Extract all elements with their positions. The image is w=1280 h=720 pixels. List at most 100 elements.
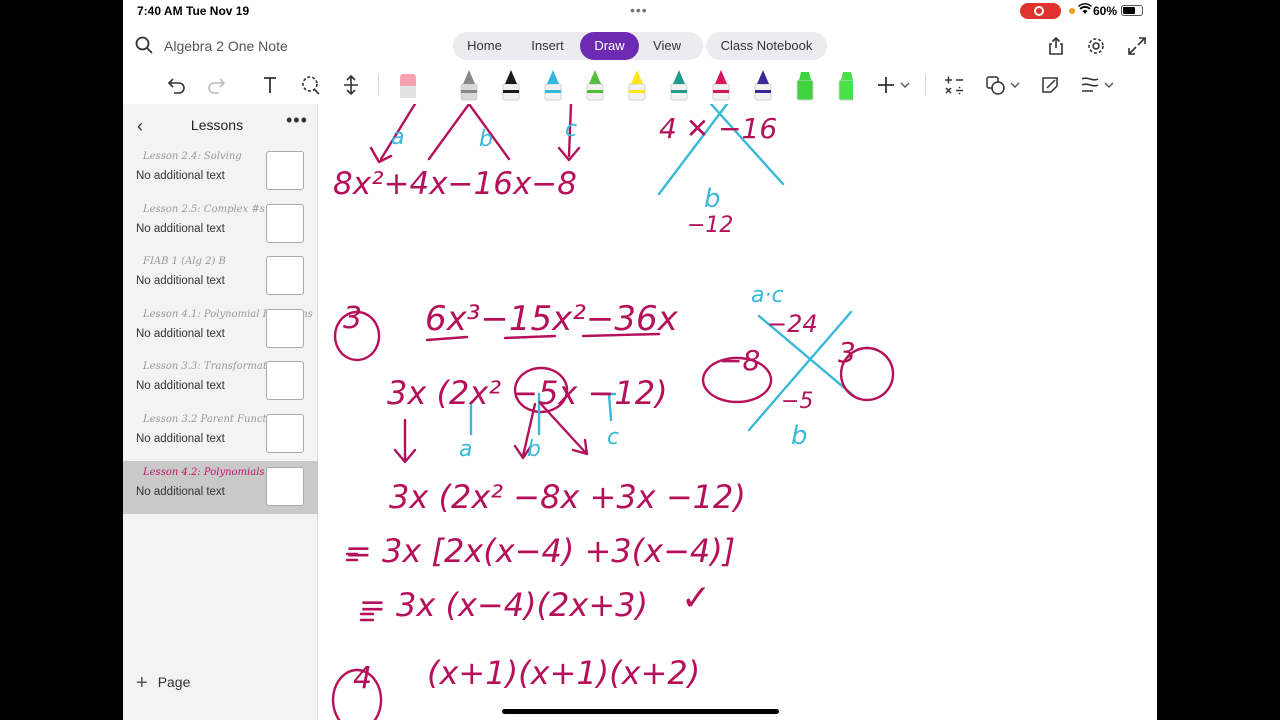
page-item[interactable]: Lesson 4.1: Polynomial Functions No addit… — [123, 303, 318, 356]
page-preview-text: No additional text — [136, 485, 225, 498]
pencil-icon[interactable] — [460, 70, 478, 101]
yellow-pen-icon[interactable] — [628, 70, 646, 101]
page-item[interactable]: Lesson 2.5: Complex #s No additional text — [123, 198, 318, 251]
share-icon[interactable] — [1046, 36, 1066, 56]
mic-indicator-icon — [1069, 8, 1075, 14]
factor-step-2: 3x (2x² −8x +3x −12) — [389, 478, 746, 516]
multitasking-dots-icon[interactable]: ••• — [630, 2, 648, 18]
page-title: FIAB 1 (Alg 2) B — [143, 256, 226, 268]
label-b: b — [527, 437, 541, 462]
tab-insert[interactable]: Insert — [516, 32, 579, 60]
branch-b-top — [427, 104, 511, 161]
more-options-icon[interactable]: ••• — [286, 110, 308, 131]
green-pen-icon[interactable] — [586, 70, 604, 101]
settings-gear-icon[interactable] — [1086, 36, 1106, 56]
equation-1: 8x²+4x−16x−8 — [333, 166, 577, 202]
x-box-2-right: 3 — [838, 336, 856, 369]
page-title: Lesson 4.2: Polynomials & — [143, 466, 277, 478]
toolbar-divider — [378, 74, 379, 96]
add-space-icon[interactable] — [340, 74, 362, 96]
page-thumbnail — [266, 308, 304, 348]
x-box-1-top: 4 ✕ −16 — [659, 112, 777, 145]
ipad-screen: 7:40 AM Tue Nov 19 ••• 60% Algebra 2 One… — [123, 0, 1157, 720]
x-box-1-b: b — [704, 184, 721, 214]
page-preview-text: No additional text — [136, 275, 225, 288]
ink-to-text-icon[interactable] — [1039, 74, 1061, 96]
note-canvas[interactable]: a b c 8x²+4x−16x−8 4 ✕ −16 b −12 3 6x³−1… — [319, 104, 1157, 720]
toolbar-divider — [925, 74, 926, 96]
math-icon[interactable] — [943, 74, 965, 96]
page-item[interactable]: Lesson 3.2 Parent Functions No additional… — [123, 408, 318, 461]
page-preview-text: No additional text — [136, 327, 225, 340]
page-title: Lesson 2.5: Complex #s — [143, 203, 265, 215]
green-highlighter-icon[interactable] — [796, 72, 814, 101]
status-bar: 7:40 AM Tue Nov 19 ••• 60% — [123, 0, 1157, 22]
x-box-1-bottom: −12 — [687, 213, 733, 238]
teal-pen-icon[interactable] — [670, 70, 688, 101]
page-item[interactable]: Lesson 4.2: Polynomials & No additional t… — [123, 460, 318, 514]
app-header: Algebra 2 One Note Home Insert Draw View… — [123, 28, 1157, 64]
ink-tools-chevron-down-icon[interactable] — [1104, 82, 1114, 90]
ink-tools-icon[interactable] — [1079, 74, 1101, 96]
ac-label: a·c — [751, 283, 784, 308]
text-tool-icon[interactable] — [259, 74, 281, 96]
label-c: c — [607, 425, 619, 450]
status-time: 7:40 AM — [137, 4, 183, 18]
cyan-pen-icon[interactable] — [544, 70, 562, 101]
x-box-2-b: b — [791, 421, 808, 451]
redo-icon[interactable] — [205, 74, 227, 96]
battery-percent: 60% — [1093, 4, 1118, 18]
tab-view[interactable]: View — [639, 32, 695, 60]
problem-4-expression: (x+1)(x+1)(x+2) — [427, 654, 700, 692]
ribbon-tabs: Home Insert Draw View — [453, 32, 703, 60]
add-pen-icon[interactable] — [875, 74, 897, 96]
arrow-down-left — [393, 418, 417, 464]
x-box-2-left: −8 — [719, 344, 760, 377]
class-notebook-button[interactable]: Class Notebook — [706, 32, 827, 60]
purple-pen-icon[interactable] — [754, 70, 772, 101]
home-indicator[interactable] — [502, 709, 779, 714]
problem-4-number: 4 — [353, 661, 372, 696]
add-page-button[interactable]: + Page — [136, 670, 191, 694]
eraser-icon[interactable] — [396, 70, 420, 100]
page-thumbnail — [266, 203, 304, 243]
factor-step-4: = 3x (x−4)(2x+3) — [359, 586, 648, 624]
page-item[interactable]: Lesson 3.3: Transformations No additional… — [123, 355, 318, 408]
page-preview-text: No additional text — [136, 222, 225, 235]
page-thumbnail — [266, 151, 304, 190]
tab-home[interactable]: Home — [453, 32, 516, 60]
shapes-chevron-down-icon[interactable] — [1010, 82, 1020, 90]
x-box-2-bottom: −5 — [781, 389, 813, 414]
pink-pen-icon[interactable] — [712, 70, 730, 101]
factor-step-3: = 3x [2x(x−4) +3(x−4)] — [345, 532, 735, 570]
page-item[interactable]: Lesson 2.4: Solving No additional text — [123, 145, 318, 198]
plus-icon: + — [136, 672, 148, 694]
notebook-title[interactable]: Algebra 2 One Note — [164, 38, 288, 54]
label-a: a — [459, 437, 472, 462]
pages-sidebar: ‹ Lessons ••• Lesson 2.4: Solving No addi… — [123, 104, 318, 720]
sidebar-header: ‹ Lessons ••• — [123, 104, 318, 144]
page-thumbnail — [266, 466, 304, 506]
screen-recording-icon[interactable] — [1020, 3, 1061, 19]
add-page-label: Page — [157, 674, 191, 690]
arrows-split — [513, 402, 589, 460]
page-thumbnail — [266, 256, 304, 296]
page-thumbnail — [266, 414, 304, 453]
shapes-icon[interactable] — [984, 74, 1006, 96]
add-pen-chevron-down-icon[interactable] — [900, 82, 910, 90]
black-pen-icon[interactable] — [502, 70, 520, 101]
battery-icon — [1121, 5, 1143, 16]
undo-icon[interactable] — [166, 74, 188, 96]
search-icon[interactable] — [135, 36, 153, 54]
tab-draw[interactable]: Draw — [580, 32, 639, 60]
factor-step-1: 3x (2x² −5x −12) — [387, 374, 668, 412]
lasso-icon[interactable] — [300, 74, 322, 96]
label-b-top: b — [479, 127, 493, 152]
page-item[interactable]: FIAB 1 (Alg 2) B No additional text — [123, 250, 318, 303]
expand-icon[interactable] — [1127, 36, 1147, 56]
label-c-top: c — [565, 117, 577, 142]
status-date: Tue Nov 19 — [186, 4, 250, 18]
lime-highlighter-icon[interactable] — [838, 72, 853, 101]
page-title: Lesson 2.4: Solving — [143, 151, 242, 162]
problem-3-expression: 6x³−15x²−36x — [425, 299, 679, 339]
